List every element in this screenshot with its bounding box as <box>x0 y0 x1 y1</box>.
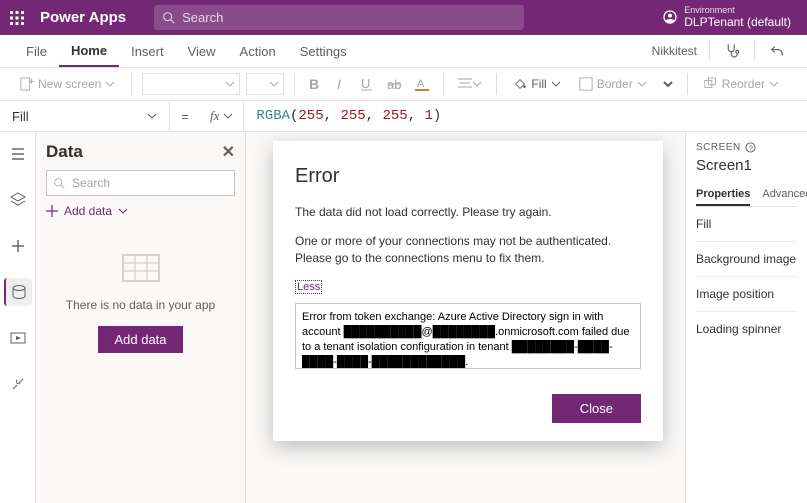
dialog-message-1: The data did not load correctly. Please … <box>295 204 641 221</box>
error-details-textarea[interactable] <box>295 303 641 369</box>
details-toggle[interactable]: Less <box>295 280 322 294</box>
dialog-title: Error <box>295 165 641 188</box>
error-dialog: Error The data did not load correctly. P… <box>273 141 663 441</box>
close-button[interactable]: Close <box>552 394 641 423</box>
dialog-message-2: One or more of your connections may not … <box>295 233 641 267</box>
